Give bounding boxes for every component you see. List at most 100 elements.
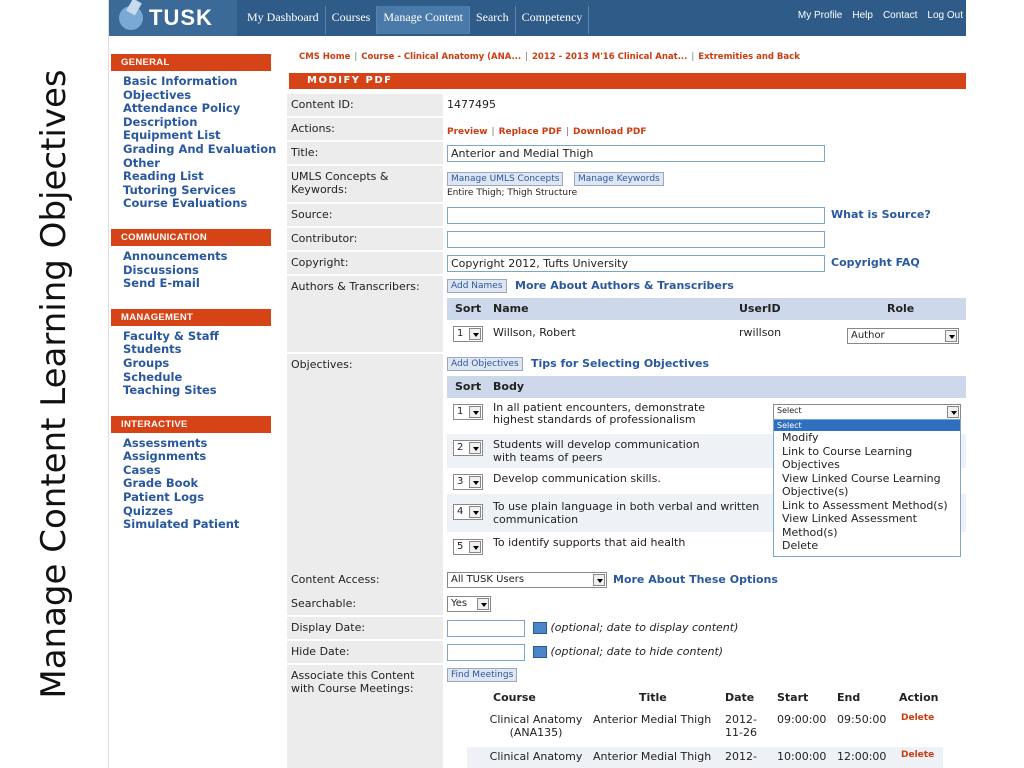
dropdown-header[interactable]: Select bbox=[774, 420, 960, 431]
crumb-course[interactable]: Course - Clinical Anatomy (ANA... bbox=[361, 52, 521, 62]
sidebar-item-announcements[interactable]: Announcements bbox=[109, 249, 279, 264]
nav-my-dashboard[interactable]: My Dashboard bbox=[241, 6, 326, 34]
nav-help[interactable]: Help bbox=[852, 10, 873, 21]
objective-sort-select[interactable]: 5 bbox=[453, 539, 483, 555]
display-date-input[interactable] bbox=[447, 620, 525, 637]
crumb-folder[interactable]: Extremities and Back bbox=[698, 52, 800, 62]
meetings-table-header: Course Title Date Start End Action bbox=[467, 687, 943, 709]
meeting-row: Clinical Anatomy Anterior Medial Thigh 2… bbox=[467, 747, 943, 768]
content-access-label: Content Access: bbox=[287, 569, 443, 591]
objective-body: To use plain language in both verbal and… bbox=[493, 500, 760, 526]
sidebar-item-course-evaluations[interactable]: Course Evaluations bbox=[109, 197, 279, 211]
sidebar-item-equipment-list[interactable]: Equipment List bbox=[109, 129, 279, 143]
sidebar-item-simulated-patient[interactable]: Simulated Patient bbox=[109, 518, 279, 532]
add-objectives-button[interactable]: Add Objectives bbox=[447, 357, 523, 371]
sidebar-item-grading[interactable]: Grading And Evaluation bbox=[109, 142, 279, 157]
copyright-input[interactable]: Copyright 2012, Tufts University bbox=[447, 255, 825, 272]
sidebar-item-tutoring-services[interactable]: Tutoring Services bbox=[109, 183, 279, 198]
calendar-icon[interactable] bbox=[533, 622, 547, 634]
sidebar-item-students[interactable]: Students bbox=[109, 343, 279, 357]
row-searchable: Searchable: Yes bbox=[287, 593, 966, 615]
tusk-logo[interactable]: TUSK bbox=[109, 0, 237, 36]
find-meetings-button[interactable]: Find Meetings bbox=[447, 668, 518, 682]
contributor-input[interactable] bbox=[447, 231, 825, 248]
objective-action-select[interactable]: Select bbox=[773, 404, 961, 420]
hide-date-label: Hide Date: bbox=[287, 641, 443, 663]
sidebar-item-groups[interactable]: Groups bbox=[109, 356, 279, 371]
crumb-term[interactable]: 2012 - 2013 M'16 Clinical Anat... bbox=[532, 52, 687, 62]
objective-sort-select[interactable]: 2 bbox=[453, 440, 483, 456]
nav-courses[interactable]: Courses bbox=[326, 6, 378, 34]
sidebar-item-send-email[interactable]: Send E-mail bbox=[109, 277, 279, 291]
sidebar-item-basic-information[interactable]: Basic Information bbox=[109, 74, 279, 89]
title-input[interactable]: Anterior and Medial Thigh bbox=[447, 145, 825, 162]
sidebar-item-teaching-sites[interactable]: Teaching Sites bbox=[109, 383, 279, 398]
sidebar-item-reading-list[interactable]: Reading List bbox=[109, 170, 279, 184]
crumb-cms-home[interactable]: CMS Home bbox=[299, 52, 350, 62]
meeting-course: Clinical Anatomy (ANA135) bbox=[489, 713, 583, 739]
manage-keywords-button[interactable]: Manage Keywords bbox=[574, 172, 664, 186]
row-umls: UMLS Concepts & Keywords: Manage UMLS Co… bbox=[287, 166, 966, 202]
chevron-down-icon bbox=[593, 574, 605, 586]
nav-contact[interactable]: Contact bbox=[883, 10, 917, 21]
access-options-link[interactable]: More About These Options bbox=[613, 573, 778, 586]
meet-col-start: Start bbox=[777, 691, 809, 704]
objective-sort-select[interactable]: 1 bbox=[453, 404, 483, 420]
sidebar-item-description[interactable]: Description bbox=[109, 115, 279, 130]
content-id-label: Content ID: bbox=[287, 94, 443, 116]
source-input[interactable] bbox=[447, 207, 825, 224]
sidebar-item-patient-logs[interactable]: Patient Logs bbox=[109, 490, 279, 505]
contributor-label: Contributor: bbox=[287, 228, 443, 250]
objective-sort-select[interactable]: 3 bbox=[453, 474, 483, 490]
nav-log-out[interactable]: Log Out bbox=[927, 10, 963, 21]
sidebar: GENERAL Basic Information Objectives Att… bbox=[109, 36, 279, 768]
menu-item-view-linked-assessment[interactable]: View Linked Assessment Method(s) bbox=[774, 512, 960, 539]
add-names-button[interactable]: Add Names bbox=[447, 279, 507, 293]
calendar-icon[interactable] bbox=[533, 646, 547, 658]
content-access-select[interactable]: All TUSK Users bbox=[447, 572, 607, 588]
menu-item-modify[interactable]: Modify bbox=[774, 431, 960, 445]
sidebar-item-attendance-policy[interactable]: Attendance Policy bbox=[109, 102, 279, 116]
menu-item-link-assessment[interactable]: Link to Assessment Method(s) bbox=[774, 499, 960, 513]
copyright-faq-link[interactable]: Copyright FAQ bbox=[831, 256, 920, 269]
chevron-down-icon bbox=[469, 476, 481, 488]
sidebar-item-discussions[interactable]: Discussions bbox=[109, 263, 279, 278]
searchable-select[interactable]: Yes bbox=[447, 596, 491, 612]
sidebar-item-quizzes[interactable]: Quizzes bbox=[109, 504, 279, 519]
meeting-end: 12:00:00 bbox=[837, 750, 887, 763]
meeting-start: 10:00:00 bbox=[777, 750, 827, 763]
authors-info-link[interactable]: More About Authors & Transcribers bbox=[515, 279, 734, 292]
nav-my-profile[interactable]: My Profile bbox=[798, 10, 842, 21]
sidebar-item-schedule[interactable]: Schedule bbox=[109, 370, 279, 385]
meeting-delete-link[interactable]: Delete bbox=[901, 750, 934, 760]
menu-item-view-linked-course-objectives[interactable]: View Linked Course Learning Objective(s) bbox=[774, 472, 960, 499]
nav-manage-content[interactable]: Manage Content bbox=[377, 6, 470, 34]
nav-search[interactable]: Search bbox=[470, 6, 516, 34]
sidebar-item-assessments[interactable]: Assessments bbox=[109, 436, 279, 451]
tusk-app: TUSK My Dashboard Courses Manage Content… bbox=[108, 0, 966, 768]
objectives-tips-link[interactable]: Tips for Selecting Objectives bbox=[531, 357, 709, 370]
menu-item-link-course-objectives[interactable]: Link to Course Learning Objectives bbox=[774, 445, 960, 472]
author-sort-select[interactable]: 1 bbox=[453, 326, 483, 342]
hide-date-input[interactable] bbox=[447, 644, 525, 661]
row-content-access: Content Access: All TUSK Users More About… bbox=[287, 569, 966, 591]
sidebar-item-grade-book[interactable]: Grade Book bbox=[109, 477, 279, 491]
menu-item-delete[interactable]: Delete bbox=[774, 539, 960, 553]
sidebar-item-faculty-staff[interactable]: Faculty & Staff bbox=[109, 329, 279, 344]
manage-umls-button[interactable]: Manage UMLS Concepts bbox=[447, 172, 564, 186]
page-title: MODIFY PDF bbox=[289, 73, 966, 89]
replace-pdf-link[interactable]: Replace PDF bbox=[499, 127, 562, 137]
download-pdf-link[interactable]: Download PDF bbox=[573, 127, 647, 137]
row-course-meetings: Associate this Content with Course Meeti… bbox=[287, 665, 966, 768]
nav-competency[interactable]: Competency bbox=[516, 6, 590, 34]
what-is-source-link[interactable]: What is Source? bbox=[831, 208, 931, 221]
sidebar-item-assignments[interactable]: Assignments bbox=[109, 450, 279, 464]
author-role-select[interactable]: Author bbox=[847, 328, 959, 344]
preview-link[interactable]: Preview bbox=[447, 127, 488, 137]
sidebar-item-objectives[interactable]: Objectives bbox=[109, 88, 279, 103]
sidebar-item-cases[interactable]: Cases bbox=[109, 463, 279, 478]
sidebar-item-other[interactable]: Other bbox=[109, 156, 279, 171]
meeting-delete-link[interactable]: Delete bbox=[901, 713, 934, 723]
objective-sort-select[interactable]: 4 bbox=[453, 504, 483, 520]
meet-col-end: End bbox=[837, 691, 861, 704]
